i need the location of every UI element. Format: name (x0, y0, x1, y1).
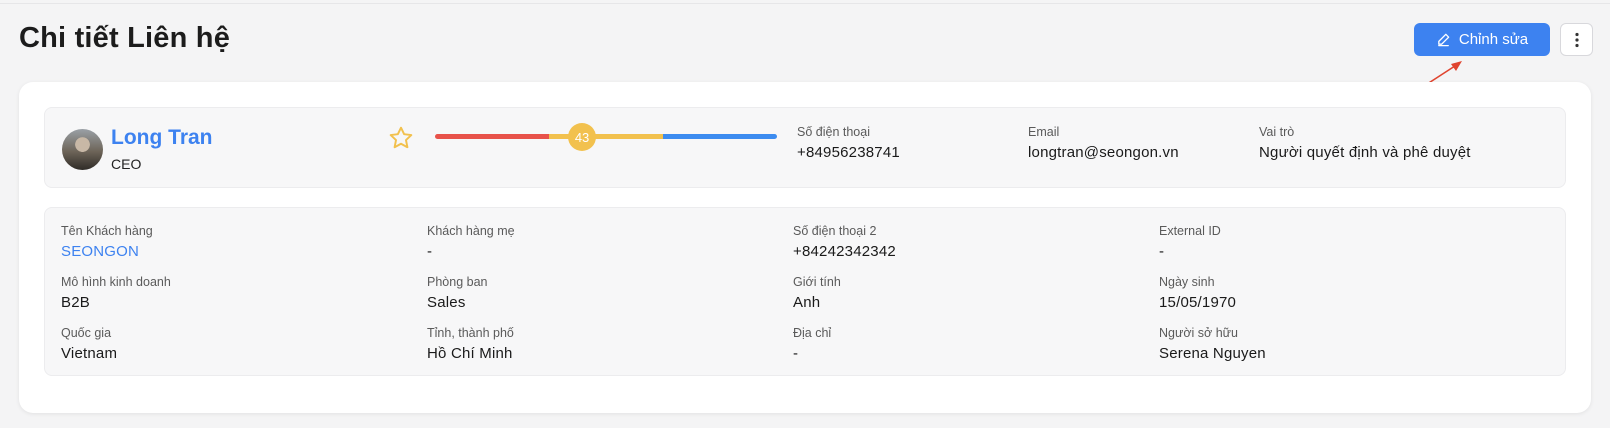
field-label: Tên Khách hàng (61, 224, 153, 238)
score-badge: 43 (568, 123, 597, 151)
phone-2-field: Số điện thoại 2 +84242342342 (793, 224, 896, 260)
department-field: Phòng ban Sales (427, 275, 487, 311)
field-value[interactable]: +84956238741 (797, 144, 900, 161)
field-label: Tỉnh, thành phố (427, 326, 514, 340)
business-model-field: Mô hình kinh doanh B2B (61, 275, 171, 311)
field-label: Vai trò (1259, 125, 1295, 139)
field-label: Người sở hữu (1159, 326, 1238, 340)
field-value: 15/05/1970 (1159, 294, 1237, 311)
external-id-field: External ID - (1159, 224, 1221, 260)
more-vertical-icon (1574, 32, 1579, 47)
page-title: Chi tiết Liên hệ (19, 22, 231, 54)
field-value: Hồ Chí Minh (427, 345, 513, 362)
field-label: Địa chỉ (793, 326, 832, 340)
field-label: External ID (1159, 224, 1221, 238)
field-label: Khách hàng mẹ (427, 224, 515, 238)
field-label: Email (1028, 125, 1060, 139)
edit-button[interactable]: Chỉnh sửa (1414, 23, 1550, 56)
field-value: Người quyết định và phê duyệt (1259, 144, 1471, 161)
pencil-icon (1438, 33, 1450, 47)
field-value: - (427, 243, 433, 260)
email-field: Email longtran@seongon.vn (1028, 125, 1179, 161)
field-value: Anh (793, 294, 821, 311)
field-label: Số điện thoại (797, 125, 870, 139)
phone-field: Số điện thoại +84956238741 (797, 125, 900, 161)
star-outline-icon[interactable] (388, 125, 414, 151)
province-field: Tỉnh, thành phố Hồ Chí Minh (427, 326, 514, 362)
contact-details-grid: Tên Khách hàng SEONGON Khách hàng mẹ - S… (44, 207, 1566, 376)
gender-field: Giới tính Anh (793, 275, 841, 311)
role-field: Vai trò Người quyết định và phê duyệt (1259, 125, 1471, 161)
field-label: Ngày sinh (1159, 275, 1215, 289)
customer-name-field: Tên Khách hàng SEONGON (61, 224, 153, 260)
score-segment-low (435, 134, 549, 139)
country-field: Quốc gia Vietnam (61, 326, 117, 362)
more-options-button[interactable] (1560, 23, 1593, 56)
address-field: Địa chỉ - (793, 326, 831, 362)
avatar (62, 129, 103, 170)
field-label: Số điện thoại 2 (793, 224, 877, 238)
owner-field: Người sở hữu Serena Nguyen (1159, 326, 1266, 362)
score-segment-mid (549, 134, 663, 139)
field-value[interactable]: longtran@seongon.vn (1028, 144, 1179, 161)
profile-summary: Long Tran CEO 43 Số điện thoại +84956238… (44, 107, 1566, 188)
field-label: Quốc gia (61, 326, 112, 340)
customer-link[interactable]: SEONGON (61, 243, 153, 260)
parent-customer-field: Khách hàng mẹ - (427, 224, 515, 260)
field-value: Serena Nguyen (1159, 345, 1266, 362)
field-value[interactable]: +84242342342 (793, 243, 896, 260)
field-value: Sales (427, 294, 466, 311)
field-value: - (1159, 243, 1165, 260)
field-value: B2B (61, 294, 90, 311)
score-segment-high (663, 134, 777, 139)
field-value: Vietnam (61, 345, 118, 362)
contact-name[interactable]: Long Tran (111, 126, 213, 150)
contact-role: CEO (111, 156, 142, 172)
field-label: Giới tính (793, 275, 841, 289)
field-label: Mô hình kinh doanh (61, 275, 171, 289)
lead-score-bar: 43 (435, 123, 777, 151)
header-divider (0, 3, 1610, 4)
field-value: - (793, 345, 799, 362)
edit-button-label: Chỉnh sửa (1458, 31, 1529, 48)
birthday-field: Ngày sinh 15/05/1970 (1159, 275, 1236, 311)
field-label: Phòng ban (427, 275, 488, 289)
contact-detail-card: Long Tran CEO 43 Số điện thoại +84956238… (19, 82, 1591, 413)
